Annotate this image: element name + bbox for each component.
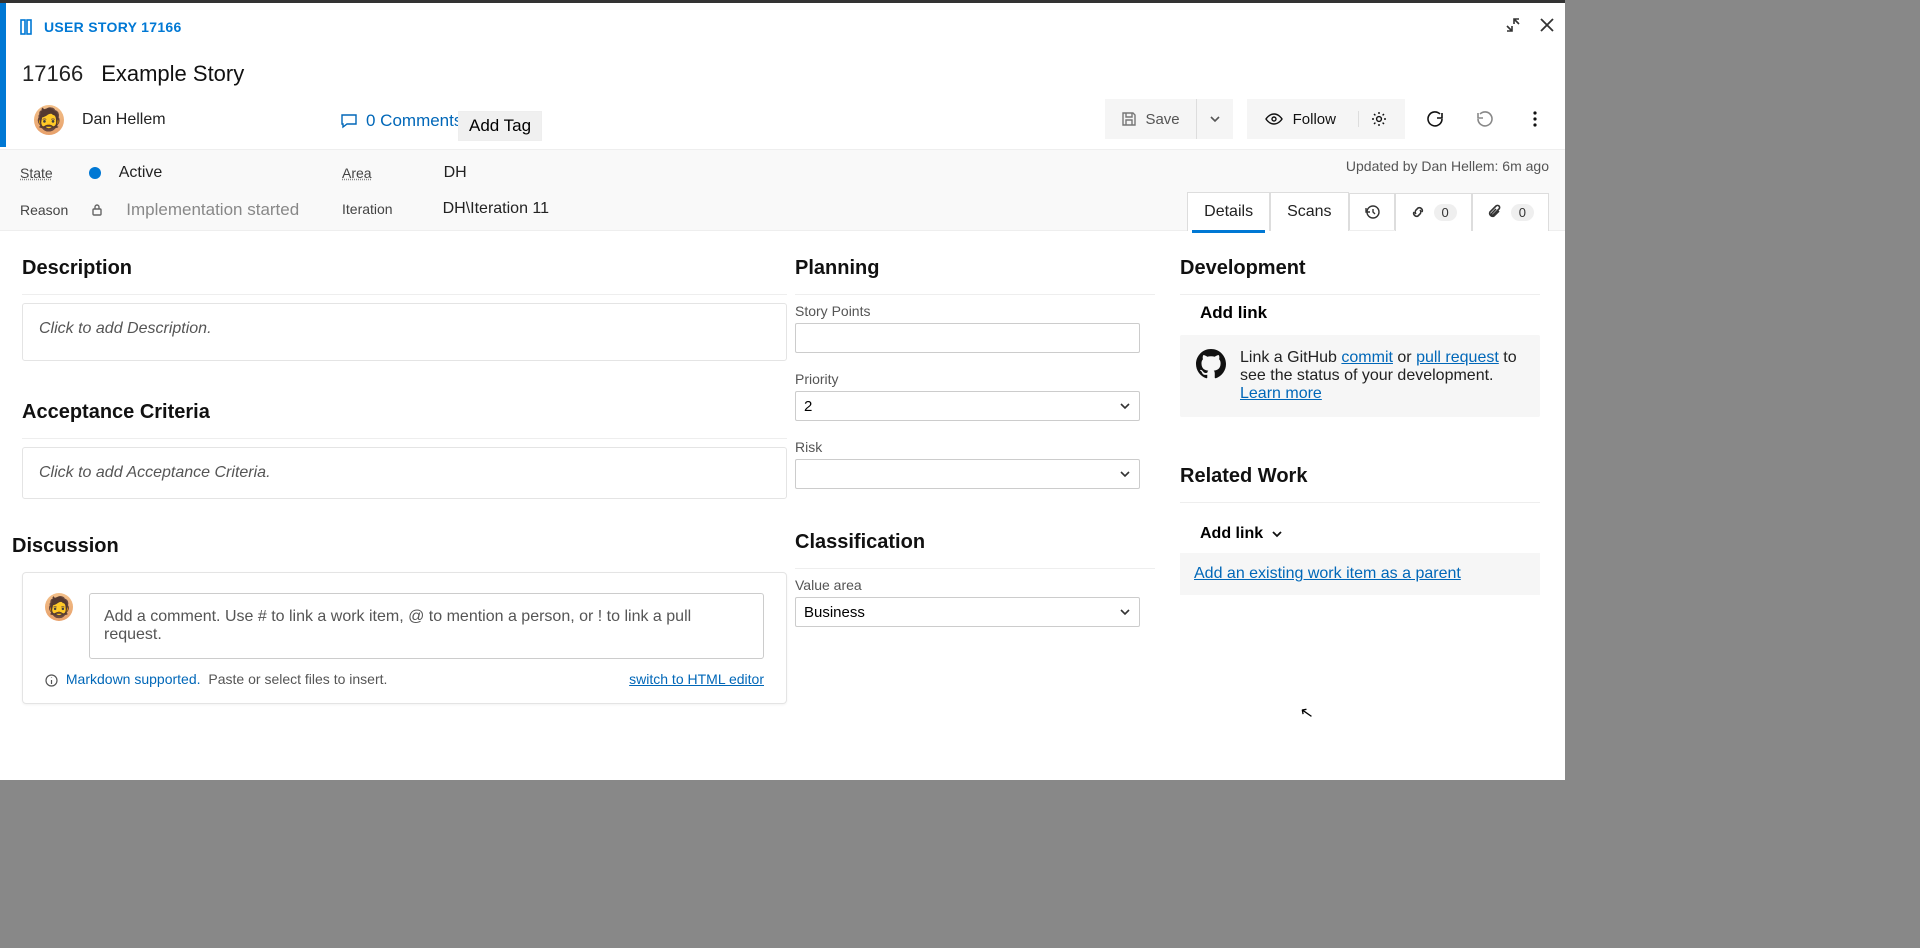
add-parent-link[interactable]: Add an existing work item as a parent	[1194, 565, 1461, 582]
comments-link[interactable]: 0 Comments	[340, 111, 462, 131]
save-button[interactable]: Save	[1105, 99, 1195, 139]
dev-hint-text: Link a GitHub commit or pull request to …	[1240, 349, 1524, 403]
iteration-label: Iteration	[342, 201, 393, 217]
divider	[22, 294, 787, 295]
save-icon	[1121, 111, 1137, 127]
risk-label: Risk	[795, 439, 1155, 455]
breadcrumb: USER STORY 17166	[20, 19, 182, 35]
state-dot-icon	[89, 167, 101, 179]
markdown-link[interactable]: Markdown supported.	[66, 671, 201, 687]
switch-editor-link[interactable]: switch to HTML editor	[629, 671, 764, 687]
links-count: 0	[1434, 204, 1457, 221]
more-actions-button[interactable]	[1515, 99, 1555, 139]
priority-value: 2	[804, 398, 812, 415]
comments-label: 0 Comments	[366, 111, 462, 131]
work-item-id: 17166	[22, 61, 83, 87]
eye-icon	[1265, 110, 1283, 128]
tab-attachments[interactable]: 0	[1472, 193, 1549, 231]
story-points-input[interactable]	[795, 323, 1140, 353]
markdown-hint: Markdown supported. Paste or select file…	[45, 671, 387, 687]
user-story-icon	[20, 19, 36, 35]
related-add-link-dropdown[interactable]: Add link	[1200, 525, 1283, 543]
tab-scans[interactable]: Scans	[1270, 192, 1348, 231]
save-label: Save	[1145, 111, 1179, 128]
value-area-value: Business	[804, 604, 865, 621]
value-area-select[interactable]: Business	[795, 597, 1140, 627]
acceptance-input[interactable]: Click to add Acceptance Criteria.	[22, 447, 787, 499]
breadcrumb-label[interactable]: USER STORY 17166	[44, 19, 182, 35]
github-icon	[1196, 349, 1226, 379]
attachments-count: 0	[1511, 204, 1534, 221]
info-icon	[45, 674, 58, 687]
state-value[interactable]: Active	[119, 164, 163, 182]
development-heading: Development	[1180, 257, 1540, 280]
divider	[22, 438, 787, 439]
divider	[1180, 502, 1540, 503]
area-label: Area	[342, 165, 372, 181]
lock-icon	[90, 203, 104, 217]
add-parent-card: Add an existing work item as a parent	[1180, 553, 1540, 595]
related-add-link-label: Add link	[1200, 525, 1263, 543]
work-item-title-row: 17166 Example Story	[22, 61, 244, 87]
description-input[interactable]: Click to add Description.	[22, 303, 787, 361]
dev-hint-card: Link a GitHub commit or pull request to …	[1180, 335, 1540, 417]
assignee-name[interactable]: Dan Hellem	[82, 111, 166, 129]
priority-select[interactable]: 2	[795, 391, 1140, 421]
work-item-dialog: USER STORY 17166 17166 Example Story 🧔 D…	[0, 0, 1565, 780]
reason-label: Reason	[20, 202, 68, 218]
description-heading: Description	[22, 257, 787, 280]
tab-details[interactable]: Details	[1187, 192, 1270, 231]
state-band: State Active Reason Implementation start…	[0, 149, 1565, 231]
classification-heading: Classification	[795, 531, 1155, 554]
save-dropdown[interactable]	[1196, 99, 1233, 139]
comment-input[interactable]: Add a comment. Use # to link a work item…	[89, 593, 764, 659]
risk-select[interactable]	[795, 459, 1140, 489]
refresh-button[interactable]	[1415, 99, 1455, 139]
priority-label: Priority	[795, 371, 1155, 387]
tab-history[interactable]	[1349, 193, 1395, 230]
value-area-label: Value area	[795, 577, 1155, 593]
comment-icon	[340, 112, 358, 130]
updated-text: Updated by Dan Hellem: 6m ago	[1346, 158, 1549, 174]
pull-request-link[interactable]: pull request	[1416, 349, 1499, 366]
acceptance-heading: Acceptance Criteria	[22, 401, 787, 424]
discussion-heading: Discussion	[12, 535, 787, 558]
learn-more-link[interactable]: Learn more	[1240, 385, 1322, 402]
dev-add-link[interactable]: Add link	[1200, 303, 1540, 323]
commit-link[interactable]: commit	[1341, 349, 1393, 366]
story-points-label: Story Points	[795, 303, 1155, 319]
save-button-group: Save	[1105, 99, 1232, 139]
divider	[1180, 294, 1540, 295]
follow-label: Follow	[1293, 111, 1336, 128]
assignee-avatar[interactable]: 🧔	[34, 105, 64, 135]
divider	[795, 294, 1155, 295]
restore-icon[interactable]	[1505, 17, 1521, 33]
comment-avatar: 🧔	[45, 593, 73, 621]
divider	[795, 568, 1155, 569]
state-label: State	[20, 165, 53, 181]
planning-heading: Planning	[795, 257, 1155, 280]
close-icon[interactable]	[1539, 17, 1555, 33]
revert-button[interactable]	[1465, 99, 1505, 139]
work-item-title[interactable]: Example Story	[101, 61, 244, 87]
area-value[interactable]: DH	[444, 164, 467, 182]
related-work-heading: Related Work	[1180, 465, 1540, 488]
follow-button[interactable]: Follow	[1247, 99, 1405, 139]
iteration-value[interactable]: DH\Iteration 11	[443, 200, 549, 218]
add-tag-button[interactable]: Add Tag	[458, 111, 542, 141]
markdown-tail: Paste or select files to insert.	[208, 671, 387, 687]
tab-links[interactable]: 0	[1395, 193, 1472, 231]
follow-settings[interactable]	[1358, 111, 1387, 127]
accent-strip	[0, 3, 6, 147]
discussion-box: 🧔 Add a comment. Use # to link a work it…	[22, 572, 787, 704]
reason-value: Implementation started	[126, 200, 299, 220]
